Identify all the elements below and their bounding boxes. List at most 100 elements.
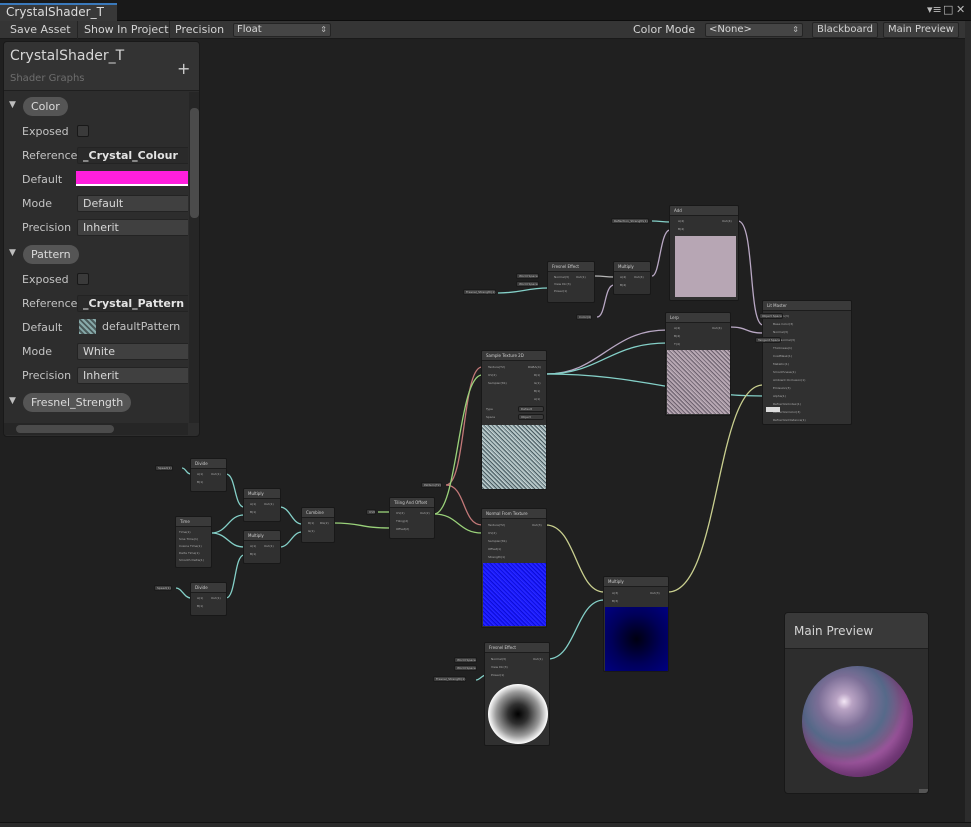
precision-label: Precision — [22, 221, 72, 234]
add-node[interactable]: Add A(4) B(4) Out(4) — [669, 205, 739, 301]
time-node[interactable]: Time Time(1) Sine Time(1) Cosine Time(1)… — [175, 516, 212, 568]
property-color-pill[interactable]: Color — [23, 97, 68, 116]
chevron-down-icon[interactable]: ▼ — [9, 248, 16, 258]
normal-from-texture-node[interactable]: Normal From Texture Texture(T2) UV(2) Sa… — [481, 508, 547, 628]
main-preview-title: Main Preview — [785, 613, 928, 649]
texture-thumbnail[interactable] — [79, 319, 96, 334]
connection-wire — [594, 275, 615, 278]
type-dropdown[interactable]: Default — [518, 406, 544, 412]
blackboard-vertical-scrollbar[interactable] — [189, 92, 199, 423]
window-edge-strip — [965, 21, 971, 827]
node-port-label: RefractionDistance(1) — [773, 418, 806, 422]
space-input-pill[interactable]: World Space — [454, 657, 477, 663]
default-texture-name[interactable]: defaultPattern — [102, 320, 180, 333]
node-port-label: A(1) — [197, 596, 204, 600]
blackboard-title: CrystalShader_T — [10, 48, 125, 64]
blackboard-panel[interactable]: CrystalShader_T Shader Graphs + ▼ Color … — [3, 41, 200, 437]
mode-dropdown[interactable]: Default — [77, 195, 188, 212]
maximize-icon[interactable]: □ — [943, 3, 953, 16]
connection-wire — [279, 531, 303, 548]
node-port-label: Alpha(1) — [773, 394, 786, 398]
multiply-node-a[interactable]: Multiply A(1) B(1) Out(1) — [243, 488, 281, 522]
divide-node-bottom[interactable]: Divide A(1) B(1) Out(1) — [190, 582, 227, 616]
property-pattern-header[interactable]: ▼ Pattern — [4, 242, 188, 266]
node-output-label: Cosine Time(1) — [179, 544, 202, 548]
reference-field[interactable]: _Crystal_Colour — [77, 147, 188, 164]
scrollbar-thumb[interactable] — [16, 425, 114, 433]
tiling-and-offset-node[interactable]: Tiling And Offset UV(2) Tiling(2) Offset… — [389, 497, 435, 539]
space-input-pill[interactable]: Tangent Space — [755, 337, 781, 343]
dropdown-arrows-icon: ⇕ — [792, 25, 799, 34]
color-mode-dropdown[interactable]: <None> ⇕ — [705, 23, 803, 37]
property-input-pill[interactable]: Reflection_Strength(1) — [611, 218, 649, 224]
space-dropdown[interactable]: Object — [518, 414, 544, 420]
main-preview-toggle-button[interactable]: Main Preview — [883, 22, 959, 38]
node-output-label: Out(4) — [634, 275, 644, 279]
multiply-node-b[interactable]: Multiply A(1) B(1) Out(1) — [243, 530, 281, 564]
chevron-down-icon[interactable]: ▼ — [9, 396, 16, 406]
node-title: Normal From Texture — [482, 509, 546, 519]
mode-dropdown[interactable]: White — [77, 343, 188, 360]
connection-wire — [210, 514, 245, 534]
add-property-icon[interactable]: + — [177, 59, 190, 78]
fresnel-effect-node-top[interactable]: Fresnel Effect Normal(3) View Dir(3) Pow… — [547, 261, 595, 303]
property-input-pill[interactable]: Fresnel_Strength(1) — [433, 676, 467, 682]
space-input-pill[interactable]: World Space — [454, 665, 477, 671]
close-icon[interactable]: ✕ — [956, 3, 965, 16]
blackboard-horizontal-scrollbar[interactable] — [4, 423, 188, 435]
precision-dropdown[interactable]: Inherit — [77, 219, 188, 236]
node-title: Multiply — [244, 489, 280, 499]
uv-channel-pill[interactable]: UV0 — [366, 509, 377, 515]
property-pattern-pill[interactable]: Pattern — [23, 245, 79, 264]
precision-dropdown[interactable]: Float ⇕ — [233, 23, 331, 37]
property-input-pill[interactable]: Pattern(T2) — [421, 482, 442, 488]
property-input-pill[interactable]: Color(4) — [576, 314, 593, 320]
node-output-label: Smooth Delta(1) — [179, 558, 204, 562]
property-color-header[interactable]: ▼ Color — [4, 94, 188, 118]
lerp-node[interactable]: Lerp A(4) B(4) T(4) Out(4) — [665, 312, 731, 416]
connection-wire — [225, 473, 245, 508]
fresnel-effect-node-bottom[interactable]: Fresnel Effect Normal(3) View Dir(3) Pow… — [484, 642, 550, 746]
space-input-pill[interactable]: World Space — [516, 273, 539, 279]
window-menu-icon[interactable]: ▾≡ — [927, 3, 942, 16]
exposed-checkbox[interactable] — [77, 273, 89, 285]
node-port-label: A(4) — [620, 275, 627, 279]
default-color-swatch[interactable] — [76, 171, 188, 186]
property-input-pill[interactable]: Speed(1) — [154, 585, 172, 591]
space-input-pill[interactable]: World Space — [516, 281, 539, 287]
node-port-label: Offset(1) — [488, 547, 502, 551]
node-output-label: Out(4) — [712, 326, 722, 330]
node-port-label: Power(1) — [554, 289, 568, 293]
color-swatch-input[interactable] — [766, 407, 780, 412]
blackboard-toggle-button[interactable]: Blackboard — [812, 22, 878, 38]
fresnel-bottom-preview — [488, 684, 548, 744]
connection-wire — [210, 532, 245, 548]
precision-dropdown[interactable]: Inherit — [77, 367, 188, 384]
color-mode-label: Color Mode — [633, 23, 696, 36]
node-port-label: UV(2) — [488, 373, 497, 377]
property-fresnel-strength-pill[interactable]: Fresnel_Strength — [23, 393, 132, 412]
node-title: Add — [670, 206, 738, 216]
property-fresnel-strength-header[interactable]: ▼ Fresnel_Strength — [4, 390, 188, 414]
show-in-project-button[interactable]: Show In Project — [84, 23, 169, 36]
multiply-node-top[interactable]: Multiply A(4) B(4) Out(4) — [613, 261, 651, 295]
property-input-pill[interactable]: Fresnel_Strength(1) — [463, 289, 497, 295]
connection-wire — [225, 554, 245, 599]
scrollbar-thumb[interactable] — [190, 108, 199, 218]
reference-field[interactable]: _Crystal_Pattern — [77, 295, 188, 312]
divide-node-top[interactable]: Divide A(1) B(1) Out(1) — [190, 458, 227, 492]
multiply-node-bottom[interactable]: Multiply A(3) B(3) Out(3) — [603, 576, 669, 672]
property-input-pill[interactable]: Speed(1) — [155, 465, 173, 471]
node-port-label: Texture(T2) — [488, 523, 506, 527]
preview-sphere[interactable] — [802, 666, 913, 777]
chevron-down-icon[interactable]: ▼ — [9, 100, 16, 110]
combine-node[interactable]: Combine R(1) G(1) RG(2) — [301, 507, 335, 543]
exposed-checkbox[interactable] — [77, 125, 89, 137]
window-tab[interactable]: CrystalShader_T — [0, 3, 117, 21]
space-input-pill[interactable]: Object Space — [759, 313, 783, 319]
main-preview-panel[interactable]: Main Preview — [784, 612, 929, 794]
node-port-label: View Dir(3) — [491, 665, 508, 669]
save-asset-button[interactable]: Save Asset — [10, 23, 71, 36]
node-title: Time — [176, 517, 211, 527]
sample-texture-2d-node[interactable]: Sample Texture 2D Texture(T2) UV(2) Samp… — [481, 350, 547, 490]
